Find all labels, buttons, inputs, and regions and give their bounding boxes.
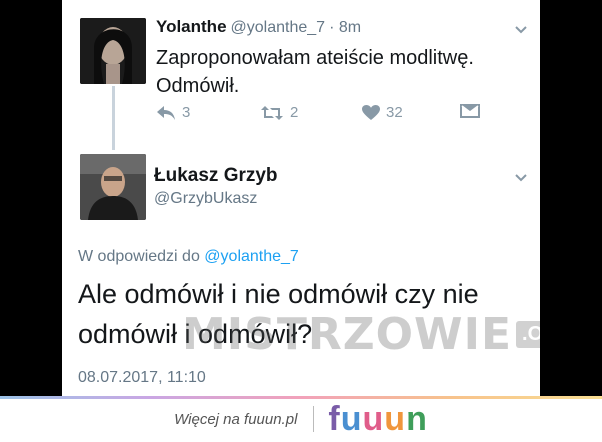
avatar-portrait-icon <box>80 154 146 220</box>
logo-letter: u <box>362 399 385 438</box>
retweet-icon <box>261 105 283 120</box>
logo-letter: u <box>340 399 363 438</box>
reply-context: W odpowiedzi do @yolanthe_7 <box>78 248 299 266</box>
gradient-strip <box>0 396 602 399</box>
chevron-down-icon[interactable] <box>514 170 528 184</box>
reply-prefix: W odpowiedzi do <box>78 248 205 265</box>
avatar-portrait-icon <box>80 18 146 84</box>
tweet-yolanthe[interactable]: Yolanthe @yolanthe_7 · 8m Zaproponowałam a… <box>62 0 540 140</box>
reply-icon <box>157 105 175 120</box>
like-count: 32 <box>386 104 403 121</box>
author-handle[interactable]: @GrzybUkasz <box>154 190 257 208</box>
tweet-time[interactable]: · 8m <box>329 19 361 36</box>
more-link[interactable]: Więcej na fuuun.pl <box>174 411 297 428</box>
avatar[interactable] <box>80 154 146 220</box>
reply-mention-link[interactable]: @yolanthe_7 <box>204 248 299 265</box>
reply-button[interactable]: 3 <box>156 104 190 121</box>
site-footer: Więcej na fuuun.pl fuuun <box>0 396 602 442</box>
tweet-actions: 3 2 32 <box>156 104 486 126</box>
logo-letter: f <box>328 399 341 438</box>
fuuun-logo[interactable]: fuuun <box>328 400 427 439</box>
author-handle[interactable]: @yolanthe_7 <box>231 19 326 36</box>
heart-icon <box>362 104 380 120</box>
author-name[interactable]: Łukasz Grzyb <box>154 165 278 187</box>
tweet-text: Ale odmówił i nie odmówił czy nie odmówi… <box>78 279 479 349</box>
thread-connector <box>112 86 115 150</box>
avatar[interactable] <box>80 18 146 84</box>
reply-count: 3 <box>182 104 191 121</box>
chevron-down-icon[interactable] <box>514 22 528 36</box>
envelope-icon <box>460 104 480 118</box>
author-name[interactable]: Yolanthe <box>156 17 227 36</box>
tweet-card: Yolanthe @yolanthe_7 · 8m Zaproponowałam a… <box>62 0 540 396</box>
retweet-count: 2 <box>290 104 299 121</box>
tweet-timestamp[interactable]: 08.07.2017, 11:10 <box>78 369 206 387</box>
tweet-header: Yolanthe @yolanthe_7 · 8m <box>156 17 361 37</box>
tweet-text: Zaproponowałam ateiście modlitwę. Odmówi… <box>156 47 474 97</box>
logo-letter: u <box>384 399 407 438</box>
retweet-button[interactable]: 2 <box>260 104 298 121</box>
logo-letter: n <box>406 399 428 438</box>
like-button[interactable]: 32 <box>362 104 403 121</box>
divider <box>313 406 315 432</box>
message-button[interactable] <box>460 104 486 118</box>
